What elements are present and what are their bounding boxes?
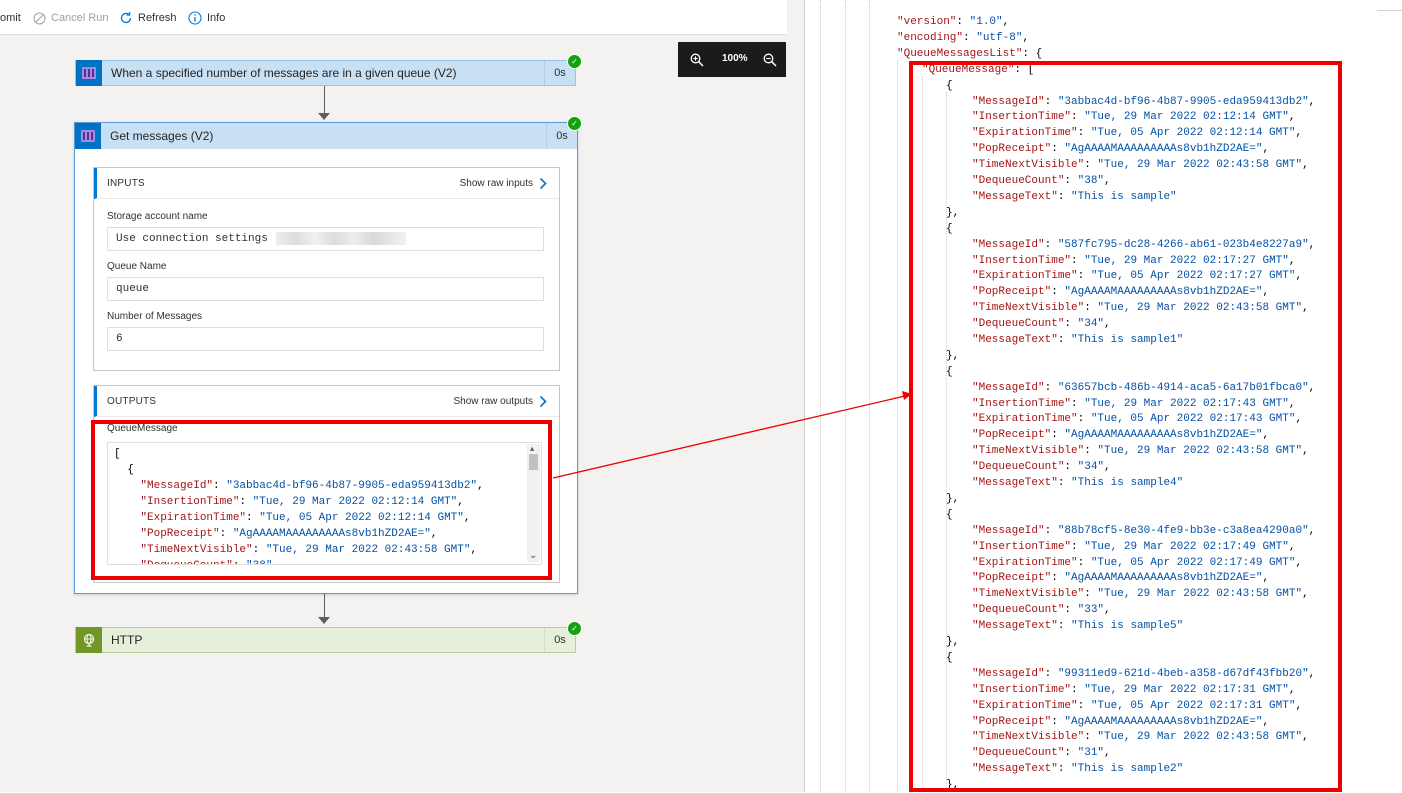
json-punct: , bbox=[1022, 32, 1030, 44]
outputs-header: OUTPUTS Show raw outputs bbox=[94, 386, 559, 417]
outputs-title: OUTPUTS bbox=[107, 395, 157, 407]
json-punct: { bbox=[1035, 48, 1043, 60]
panel-splitter[interactable] bbox=[787, 0, 805, 792]
info-icon bbox=[188, 11, 202, 25]
command-bar: omit Cancel Run Refresh Info bbox=[0, 0, 787, 35]
inputs-title: INPUTS bbox=[107, 177, 145, 189]
http-title: HTTP bbox=[111, 633, 143, 647]
json-punct: : bbox=[963, 32, 977, 44]
json-line: "encoding": "utf-8", bbox=[897, 30, 1029, 46]
json-punct: : bbox=[956, 16, 970, 28]
json-line: "version": "1.0", bbox=[897, 14, 1009, 30]
zoom-level: 100% bbox=[722, 53, 748, 64]
indent-guide bbox=[820, 0, 821, 792]
json-punct: , bbox=[1002, 16, 1010, 28]
scroll-indicator bbox=[1377, 0, 1402, 11]
show-raw-outputs-link[interactable]: Show raw outputs bbox=[454, 395, 548, 408]
indent-guide bbox=[845, 0, 846, 792]
raw-json-panel: "version": "1.0", "encoding": "utf-8", "Qu… bbox=[805, 0, 1402, 792]
output-highlight-box bbox=[91, 420, 552, 580]
zoom-control: 100% bbox=[678, 42, 786, 77]
chevron-right-icon bbox=[539, 395, 547, 407]
queue-name-field: queue bbox=[107, 277, 544, 301]
connector-line bbox=[324, 86, 325, 114]
json-value: "1.0" bbox=[969, 16, 1003, 28]
json-highlight-box bbox=[909, 61, 1342, 792]
inputs-header: INPUTS Show raw inputs bbox=[94, 168, 559, 199]
number-of-messages-field: 6 bbox=[107, 327, 544, 351]
designer-canvas: omit Cancel Run Refresh Info 100% When a… bbox=[0, 0, 787, 792]
storage-account-label: Storage account name bbox=[107, 211, 208, 222]
chevron-right-icon bbox=[539, 177, 547, 189]
json-punct: : bbox=[1022, 48, 1036, 60]
resubmit-button[interactable]: omit bbox=[0, 10, 21, 26]
refresh-label: Refresh bbox=[138, 12, 177, 24]
success-check-icon: ✓ bbox=[567, 54, 582, 69]
queue-name-label: Queue Name bbox=[107, 261, 167, 272]
success-check-icon: ✓ bbox=[567, 621, 582, 636]
json-key: "encoding" bbox=[897, 32, 964, 44]
indent-guide bbox=[869, 0, 870, 792]
json-line: "QueueMessagesList": { bbox=[897, 46, 1042, 62]
show-raw-inputs-label: Show raw inputs bbox=[459, 177, 533, 189]
queue-icon bbox=[76, 60, 102, 86]
storage-account-field: Use connection settings bbox=[107, 227, 544, 251]
trigger-card[interactable]: When a specified number of messages are … bbox=[75, 60, 576, 86]
refresh-icon bbox=[120, 12, 132, 24]
json-key: "QueueMessagesList" bbox=[897, 48, 1023, 60]
cancel-icon bbox=[33, 12, 46, 24]
json-value: "utf-8" bbox=[976, 32, 1023, 44]
show-raw-outputs-label: Show raw outputs bbox=[453, 395, 534, 407]
success-check-icon: ✓ bbox=[567, 116, 582, 131]
redacted-value bbox=[275, 231, 406, 245]
globe-icon bbox=[76, 627, 102, 653]
cancel-run-button[interactable]: Cancel Run bbox=[33, 10, 108, 26]
connector-arrow-icon bbox=[318, 617, 330, 624]
trigger-title: When a specified number of messages are … bbox=[111, 66, 457, 80]
json-key: "version" bbox=[897, 16, 957, 28]
connector-line bbox=[324, 593, 325, 618]
get-messages-header[interactable]: Get messages (V2) 0s bbox=[75, 123, 577, 149]
zoom-in-icon[interactable] bbox=[690, 53, 704, 67]
storage-account-value: Use connection settings bbox=[116, 233, 268, 245]
info-label: Info bbox=[207, 12, 226, 24]
show-raw-inputs-link[interactable]: Show raw inputs bbox=[460, 177, 547, 190]
info-button[interactable]: Info bbox=[188, 10, 225, 26]
connector-arrow-icon bbox=[318, 113, 330, 120]
cancel-run-label: Cancel Run bbox=[51, 12, 109, 24]
resubmit-label: omit bbox=[0, 12, 21, 24]
http-card[interactable]: HTTP 0s bbox=[75, 627, 576, 653]
action-title: Get messages (V2) bbox=[110, 129, 214, 143]
refresh-button[interactable]: Refresh bbox=[119, 10, 177, 26]
number-of-messages-label: Number of Messages bbox=[107, 311, 203, 322]
indent-guide bbox=[897, 60, 898, 792]
zoom-out-icon[interactable] bbox=[763, 53, 777, 67]
queue-icon bbox=[75, 123, 101, 149]
inputs-section: INPUTS Show raw inputs Storage account n… bbox=[93, 167, 560, 371]
